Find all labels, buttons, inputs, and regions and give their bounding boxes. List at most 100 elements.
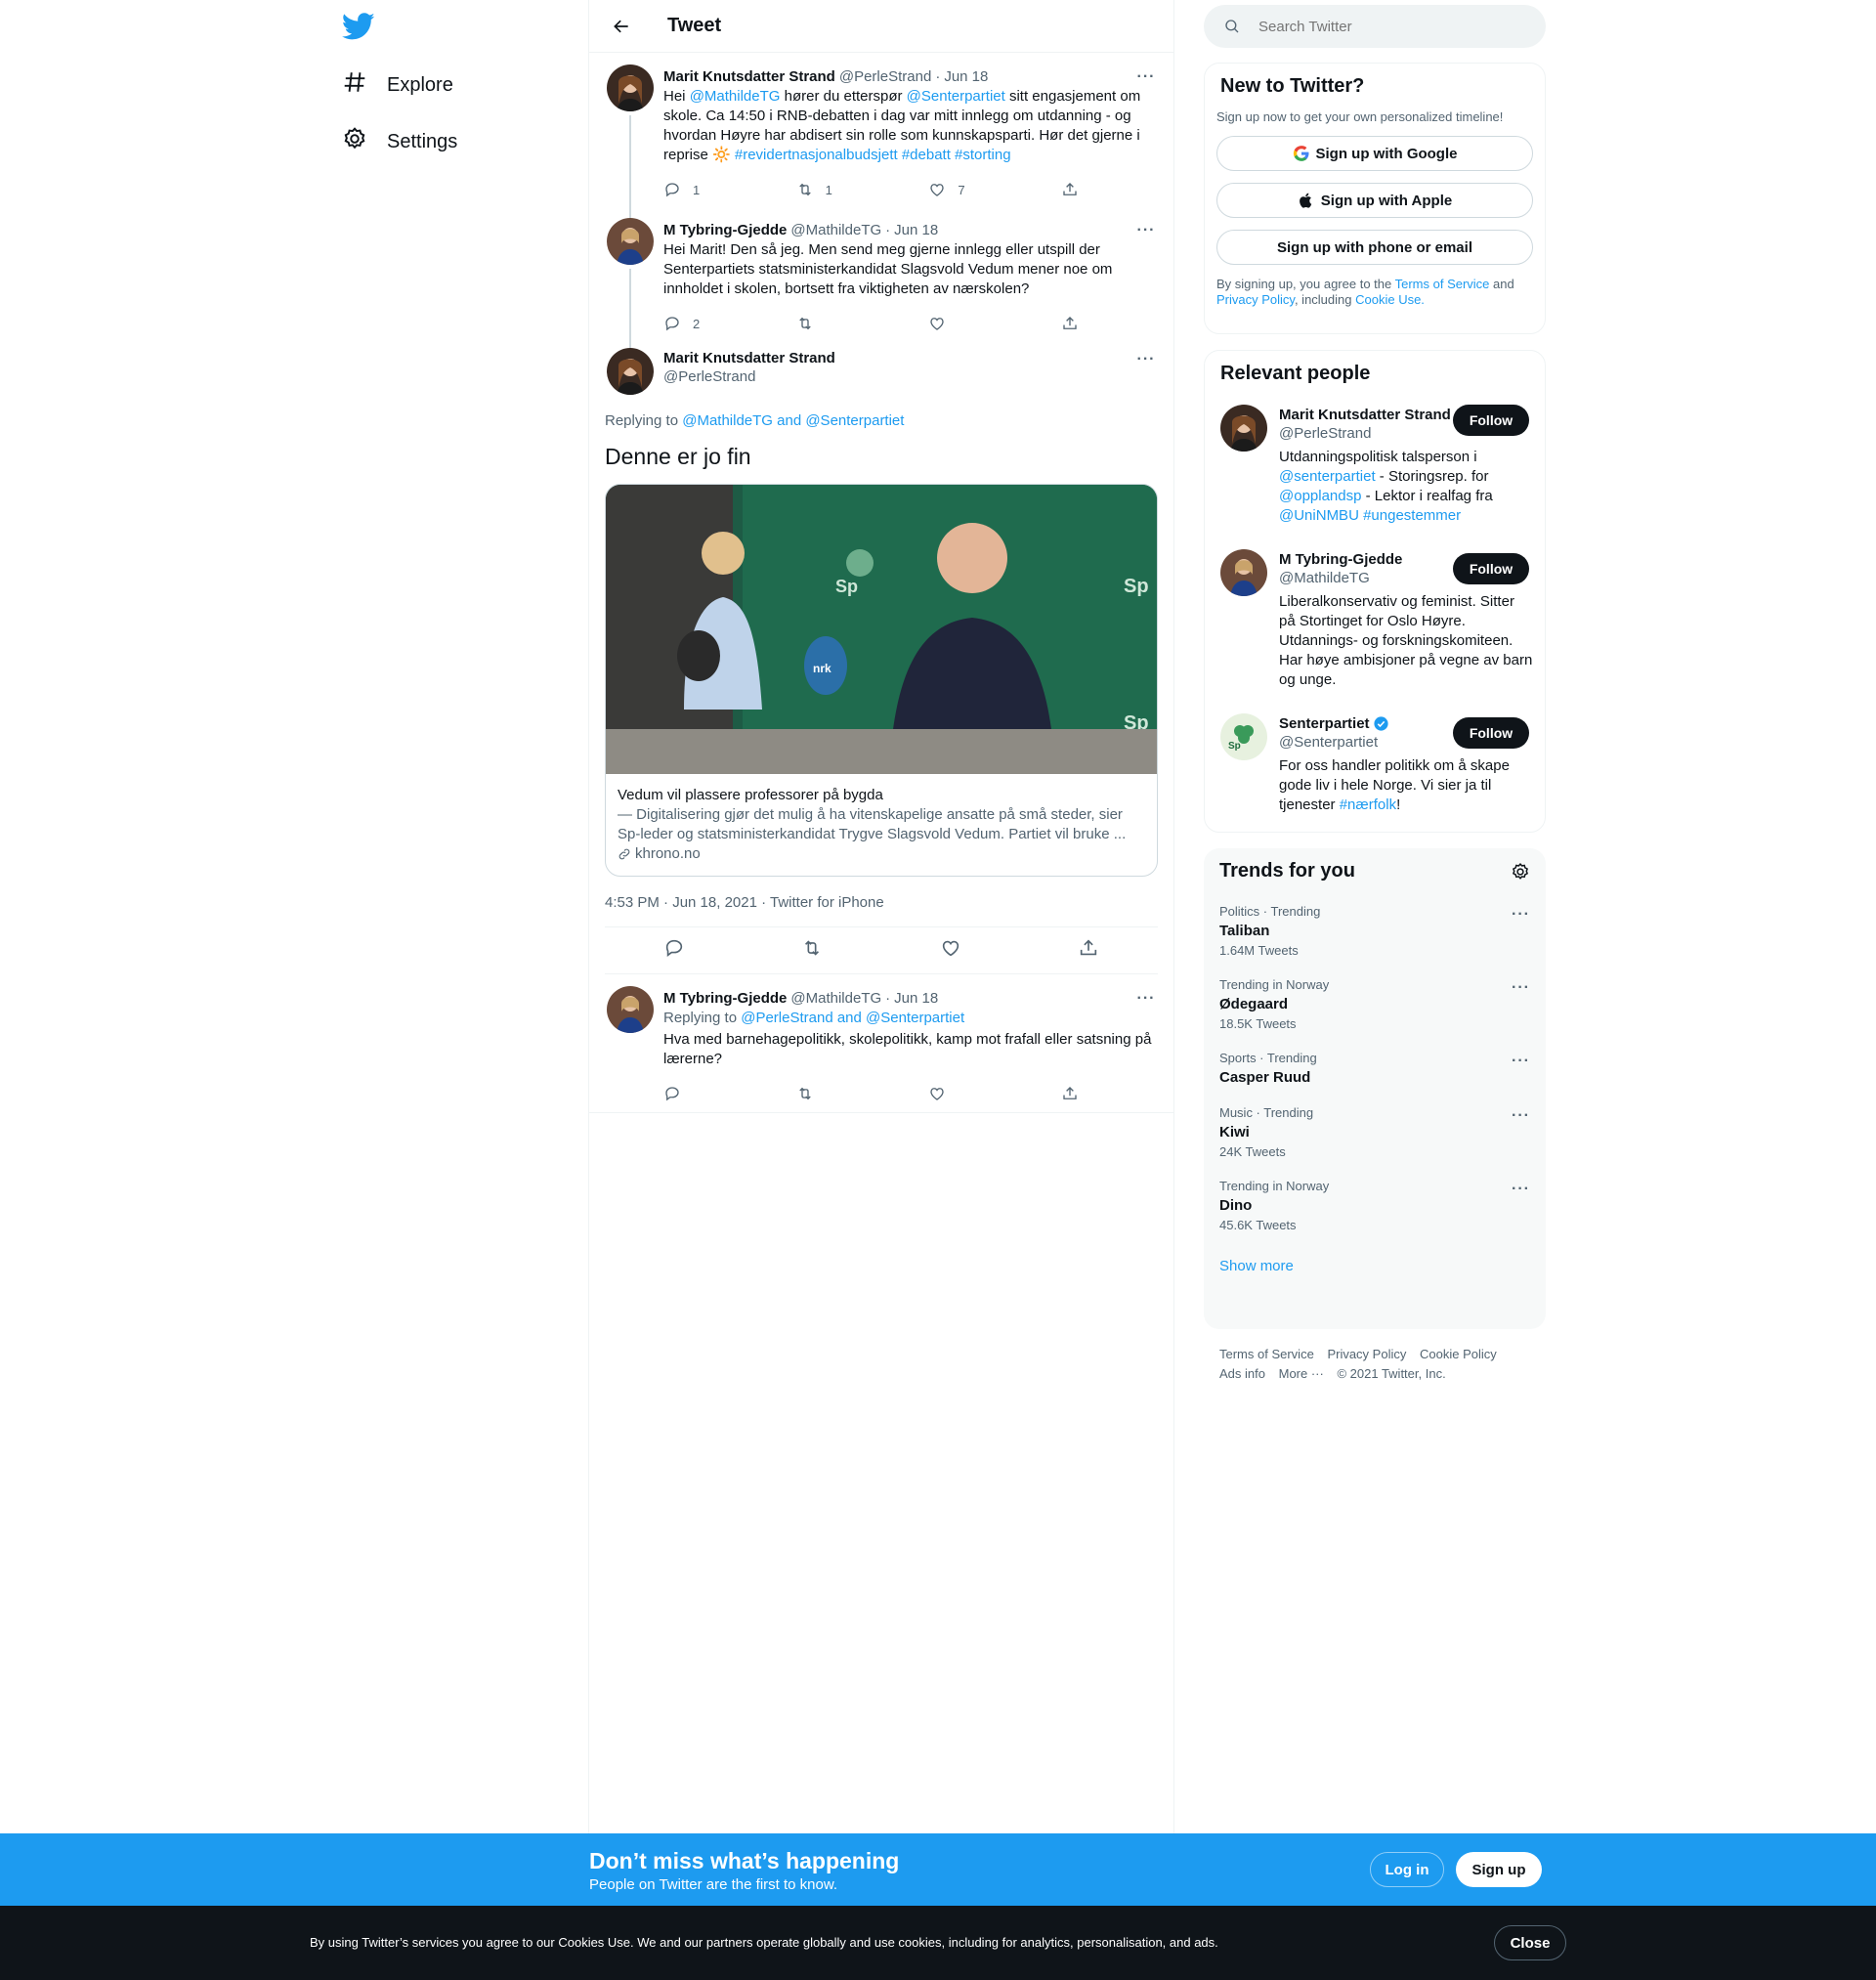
thread-tweet[interactable]: ··· M Tybring-Gjedde @MathildeTG · Jun 1…	[589, 206, 1173, 357]
login-button[interactable]: Log in	[1370, 1852, 1444, 1887]
author-handle[interactable]: @PerleStrand	[663, 368, 835, 385]
trend-item[interactable]: Music · Trending Kiwi 24K Tweets ···	[1204, 1096, 1546, 1169]
follow-button[interactable]: Follow	[1453, 405, 1529, 436]
author-name[interactable]: Marit Knutsdatter Strand	[663, 350, 835, 366]
person-handle[interactable]: @PerleStrand	[1279, 425, 1455, 442]
back-button[interactable]	[605, 10, 638, 43]
person-name[interactable]: M Tybring-Gjedde	[1279, 551, 1455, 568]
search-input[interactable]	[1258, 18, 1513, 35]
footer-ads-link[interactable]: Ads info	[1219, 1366, 1265, 1381]
reply-button[interactable]	[663, 1085, 742, 1102]
cookie-close-button[interactable]: Close	[1494, 1925, 1566, 1960]
inline-link[interactable]: #revidertnasjonalbudsjett	[735, 147, 898, 163]
retweet-button[interactable]	[801, 937, 823, 964]
reply-button[interactable]	[663, 937, 685, 964]
signup-apple-button[interactable]: Sign up with Apple	[1216, 183, 1533, 218]
person-handle[interactable]: @MathildeTG	[1279, 570, 1455, 586]
person-handle[interactable]: @Senterpartiet	[1279, 734, 1455, 751]
retweet-button[interactable]: 1	[796, 181, 874, 198]
tweet-timestamp[interactable]: 4:53 PM · Jun 18, 2021 · Twitter for iPh…	[605, 894, 1158, 927]
person-name[interactable]: Marit Knutsdatter Strand	[1279, 407, 1455, 423]
inline-link[interactable]: @opplandsp	[1279, 488, 1361, 504]
person-card[interactable]: Sp Follow Senterpartiet @Senterpartiet F…	[1205, 713, 1545, 815]
more-options-icon[interactable]: ···	[1512, 979, 1530, 997]
show-more-link[interactable]: Show more	[1204, 1242, 1546, 1290]
retweet-button[interactable]	[796, 315, 874, 332]
share-button[interactable]	[1061, 181, 1079, 198]
inline-link[interactable]: @Senterpartiet	[907, 88, 1005, 105]
terms-link[interactable]: Terms of Service	[1395, 277, 1490, 291]
author-handle[interactable]: @MathildeTG	[790, 990, 881, 1007]
twitter-logo-icon[interactable]	[341, 10, 375, 43]
author-name[interactable]: M Tybring-Gjedde	[663, 222, 787, 238]
inline-link[interactable]: #ungestemmer	[1363, 507, 1461, 524]
signup-button[interactable]: Sign up	[1456, 1852, 1542, 1887]
tweet-date[interactable]: Jun 18	[944, 68, 988, 85]
retweet-button[interactable]	[796, 1085, 874, 1102]
avatar[interactable]	[607, 65, 654, 111]
signup-phone-button[interactable]: Sign up with phone or email	[1216, 230, 1533, 265]
nav-settings[interactable]: Settings	[342, 122, 457, 161]
privacy-link[interactable]: Privacy Policy	[1216, 292, 1295, 307]
like-button[interactable]	[940, 937, 961, 964]
person-card[interactable]: Follow M Tybring-Gjedde @MathildeTG Libe…	[1205, 549, 1545, 690]
footer-privacy-link[interactable]: Privacy Policy	[1327, 1347, 1406, 1361]
person-name[interactable]: Senterpartiet	[1279, 715, 1455, 732]
avatar[interactable]: Sp	[1220, 713, 1267, 760]
inline-link[interactable]: @UniNMBU	[1279, 507, 1359, 524]
gear-icon[interactable]	[1511, 862, 1530, 882]
person-card[interactable]: Follow Marit Knutsdatter Strand @PerleSt…	[1205, 401, 1545, 526]
share-button[interactable]	[1078, 937, 1099, 964]
more-options-icon[interactable]: ···	[1512, 1053, 1530, 1070]
avatar[interactable]	[607, 218, 654, 265]
reply-button[interactable]: 1	[663, 181, 742, 198]
follow-button[interactable]: Follow	[1453, 717, 1529, 749]
more-options-icon[interactable]: ···	[1134, 67, 1158, 87]
trend-item[interactable]: Sports · Trending Casper Ruud ···	[1204, 1041, 1546, 1096]
avatar[interactable]	[1220, 549, 1267, 596]
footer-terms-link[interactable]: Terms of Service	[1219, 1347, 1314, 1361]
footer-cookie-link[interactable]: Cookie Policy	[1420, 1347, 1497, 1361]
like-button[interactable]	[928, 1085, 1006, 1102]
trend-item[interactable]: Politics · Trending Taliban 1.64M Tweets…	[1204, 894, 1546, 968]
share-button[interactable]	[1061, 315, 1079, 332]
like-button[interactable]	[928, 315, 1006, 332]
trend-item[interactable]: Trending in Norway Dino 45.6K Tweets ···	[1204, 1169, 1546, 1242]
replying-to-link[interactable]: @PerleStrand and @Senterpartiet	[741, 1010, 964, 1026]
more-options-icon[interactable]: ···	[1512, 1181, 1530, 1198]
footer-more-link[interactable]: More ···	[1279, 1366, 1324, 1381]
like-button[interactable]: 7	[928, 181, 1006, 198]
trend-item[interactable]: Trending in Norway Ødegaard 18.5K Tweets…	[1204, 968, 1546, 1041]
signup-google-button[interactable]: Sign up with Google	[1216, 136, 1533, 171]
search-bar[interactable]	[1204, 5, 1546, 48]
tweet-date[interactable]: Jun 18	[894, 990, 938, 1007]
follow-button[interactable]: Follow	[1453, 553, 1529, 584]
replying-to-link[interactable]: @MathildeTG and @Senterpartiet	[682, 412, 904, 429]
tweet-date[interactable]: Jun 18	[894, 222, 938, 238]
avatar[interactable]	[607, 348, 654, 395]
nav-explore[interactable]: Explore	[342, 65, 453, 105]
avatar[interactable]	[1220, 405, 1267, 452]
inline-link[interactable]: #nærfolk	[1340, 796, 1396, 813]
author-name[interactable]: M Tybring-Gjedde	[663, 990, 787, 1007]
author-handle[interactable]: @MathildeTG	[790, 222, 881, 238]
inline-link[interactable]: #storting	[955, 147, 1011, 163]
more-options-icon[interactable]: ···	[1134, 221, 1158, 240]
tweet-text: Denne er jo fin	[605, 444, 751, 469]
inline-link[interactable]: @senterpartiet	[1279, 468, 1376, 485]
author-name[interactable]: Marit Knutsdatter Strand	[663, 68, 835, 85]
avatar[interactable]	[607, 986, 654, 1033]
more-options-icon[interactable]: ···	[1134, 989, 1158, 1009]
thread-tweet[interactable]: ··· Marit Knutsdatter Strand @PerleStran…	[589, 53, 1173, 223]
share-button[interactable]	[1061, 1085, 1079, 1102]
inline-link[interactable]: @MathildeTG	[690, 88, 781, 105]
more-options-icon[interactable]: ···	[1134, 350, 1158, 369]
reply-tweet[interactable]: ··· M Tybring-Gjedde @MathildeTG · Jun 1…	[589, 974, 1173, 1113]
more-options-icon[interactable]: ···	[1512, 906, 1530, 924]
link-card[interactable]: Sp Sp Sp nrk Vedum vil plassere professo…	[605, 484, 1158, 877]
cookie-use-link[interactable]: Cookie Use.	[1355, 292, 1425, 307]
inline-link[interactable]: #debatt	[902, 147, 951, 163]
more-options-icon[interactable]: ···	[1512, 1107, 1530, 1125]
reply-button[interactable]: 2	[663, 315, 742, 332]
author-handle[interactable]: @PerleStrand	[839, 68, 931, 85]
